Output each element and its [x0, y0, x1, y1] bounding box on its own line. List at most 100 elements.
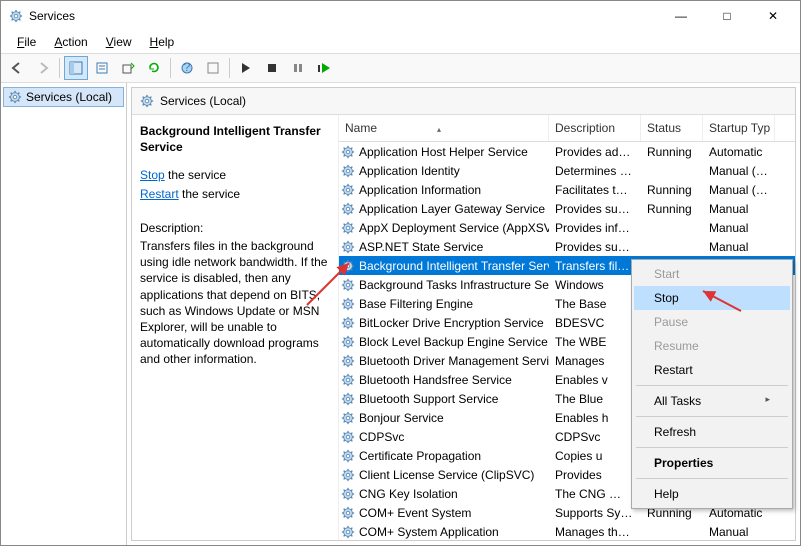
service-desc: The Blue [549, 392, 641, 406]
tree-root-item[interactable]: Services (Local) [3, 87, 124, 107]
service-desc: Provides su… [549, 240, 641, 254]
service-name: Bluetooth Driver Management Service [359, 354, 549, 368]
gear-icon [341, 145, 355, 159]
gear-icon [341, 202, 355, 216]
stop-link[interactable]: Stop [140, 168, 165, 182]
service-desc: Manages th… [549, 525, 641, 539]
menubar: File Action View Help [1, 31, 800, 53]
gear-icon [8, 90, 22, 104]
restart-button[interactable] [312, 56, 336, 80]
svg-text:?: ? [184, 61, 191, 74]
stop-button[interactable] [260, 56, 284, 80]
service-name: Client License Service (ClipSVC) [359, 468, 534, 482]
forward-button[interactable] [31, 56, 55, 80]
gear-icon [341, 449, 355, 463]
content-header: Services (Local) [132, 88, 795, 115]
tree-root-label: Services (Local) [26, 90, 112, 104]
service-name: Block Level Backup Engine Service [359, 335, 548, 349]
column-status[interactable]: Status [641, 115, 703, 141]
service-name: ASP.NET State Service [359, 240, 483, 254]
service-name: Bluetooth Handsfree Service [359, 373, 512, 387]
service-startup: Manual [703, 525, 775, 539]
service-desc: Provides ad… [549, 145, 641, 159]
service-row[interactable]: Application Host Helper Service Provides … [339, 142, 795, 161]
ctx-help[interactable]: Help [634, 482, 790, 506]
service-status: Running [641, 202, 703, 216]
menu-file[interactable]: File [9, 33, 44, 51]
column-startup[interactable]: Startup Typ [703, 115, 775, 141]
export-button[interactable] [116, 56, 140, 80]
gear-icon [341, 430, 355, 444]
gear-icon [341, 335, 355, 349]
service-startup: Manual (Tr… [703, 164, 775, 178]
close-button[interactable]: ✕ [750, 1, 796, 31]
service-desc: Enables v [549, 373, 641, 387]
context-menu: Start Stop Pause Resume Restart All Task… [631, 259, 793, 509]
selected-service-title: Background Intelligent Transfer Service [140, 123, 328, 155]
menu-action[interactable]: Action [46, 33, 95, 51]
play-button[interactable] [234, 56, 258, 80]
service-name: Bluetooth Support Service [359, 392, 498, 406]
service-desc: Enables h [549, 411, 641, 425]
ctx-all-tasks[interactable]: All Tasks [634, 389, 790, 413]
gear-icon [341, 373, 355, 387]
service-name: Background Intelligent Transfer Service [359, 259, 549, 273]
tree-pane: Services (Local) [1, 83, 127, 545]
service-startup: Manual [703, 221, 775, 235]
show-hide-tree-button[interactable] [64, 56, 88, 80]
service-desc: Provides su… [549, 202, 641, 216]
service-row[interactable]: Application Layer Gateway Service Provide… [339, 199, 795, 218]
properties-button[interactable] [90, 56, 114, 80]
restart-link[interactable]: Restart [140, 187, 179, 201]
gear-icon [341, 316, 355, 330]
gear-icon [341, 297, 355, 311]
service-name: Base Filtering Engine [359, 297, 473, 311]
refresh-button[interactable] [142, 56, 166, 80]
column-name[interactable]: Name [339, 115, 549, 141]
service-name: COM+ System Application [359, 525, 499, 539]
gear-icon [341, 240, 355, 254]
service-name: Application Host Helper Service [359, 145, 528, 159]
ctx-refresh[interactable]: Refresh [634, 420, 790, 444]
service-desc: The WBE [549, 335, 641, 349]
menu-view[interactable]: View [98, 33, 140, 51]
gear-icon [341, 411, 355, 425]
minimize-button[interactable]: — [658, 1, 704, 31]
service-desc: The CNG … [549, 487, 641, 501]
service-desc: Supports Sy… [549, 506, 641, 520]
service-name: Application Information [359, 183, 481, 197]
service-name: Application Layer Gateway Service [359, 202, 545, 216]
pause-button[interactable] [286, 56, 310, 80]
ctx-restart[interactable]: Restart [634, 358, 790, 382]
back-button[interactable] [5, 56, 29, 80]
service-desc: CDPSvc [549, 430, 641, 444]
ctx-stop[interactable]: Stop [634, 286, 790, 310]
app-icon [9, 9, 23, 23]
column-description[interactable]: Description [549, 115, 641, 141]
window-titlebar: Services — □ ✕ [1, 1, 800, 31]
service-row[interactable]: COM+ System Application Manages th… Manual [339, 522, 795, 539]
service-desc: The Base [549, 297, 641, 311]
service-name: BitLocker Drive Encryption Service [359, 316, 544, 330]
service-name: Application Identity [359, 164, 460, 178]
gear-icon [140, 94, 154, 108]
gear-icon [341, 164, 355, 178]
service-row[interactable]: AppX Deployment Service (AppXSVC)Provide… [339, 218, 795, 237]
gear-icon [341, 354, 355, 368]
service-name: CDPSvc [359, 430, 404, 444]
gear-icon [341, 392, 355, 406]
gear-icon [341, 183, 355, 197]
menu-help[interactable]: Help [142, 33, 183, 51]
ctx-resume: Resume [634, 334, 790, 358]
gear-icon [341, 525, 355, 539]
service-row[interactable]: Application IdentityDetermines …Manual (… [339, 161, 795, 180]
service-desc: Windows [549, 278, 641, 292]
service-row[interactable]: Application InformationFacilitates t…Run… [339, 180, 795, 199]
service-name: Certificate Propagation [359, 449, 481, 463]
action-button[interactable] [201, 56, 225, 80]
help-button[interactable]: ? [175, 56, 199, 80]
service-startup: Manual [703, 202, 775, 216]
service-row[interactable]: ASP.NET State ServiceProvides su…Manual [339, 237, 795, 256]
ctx-properties[interactable]: Properties [634, 451, 790, 475]
maximize-button[interactable]: □ [704, 1, 750, 31]
